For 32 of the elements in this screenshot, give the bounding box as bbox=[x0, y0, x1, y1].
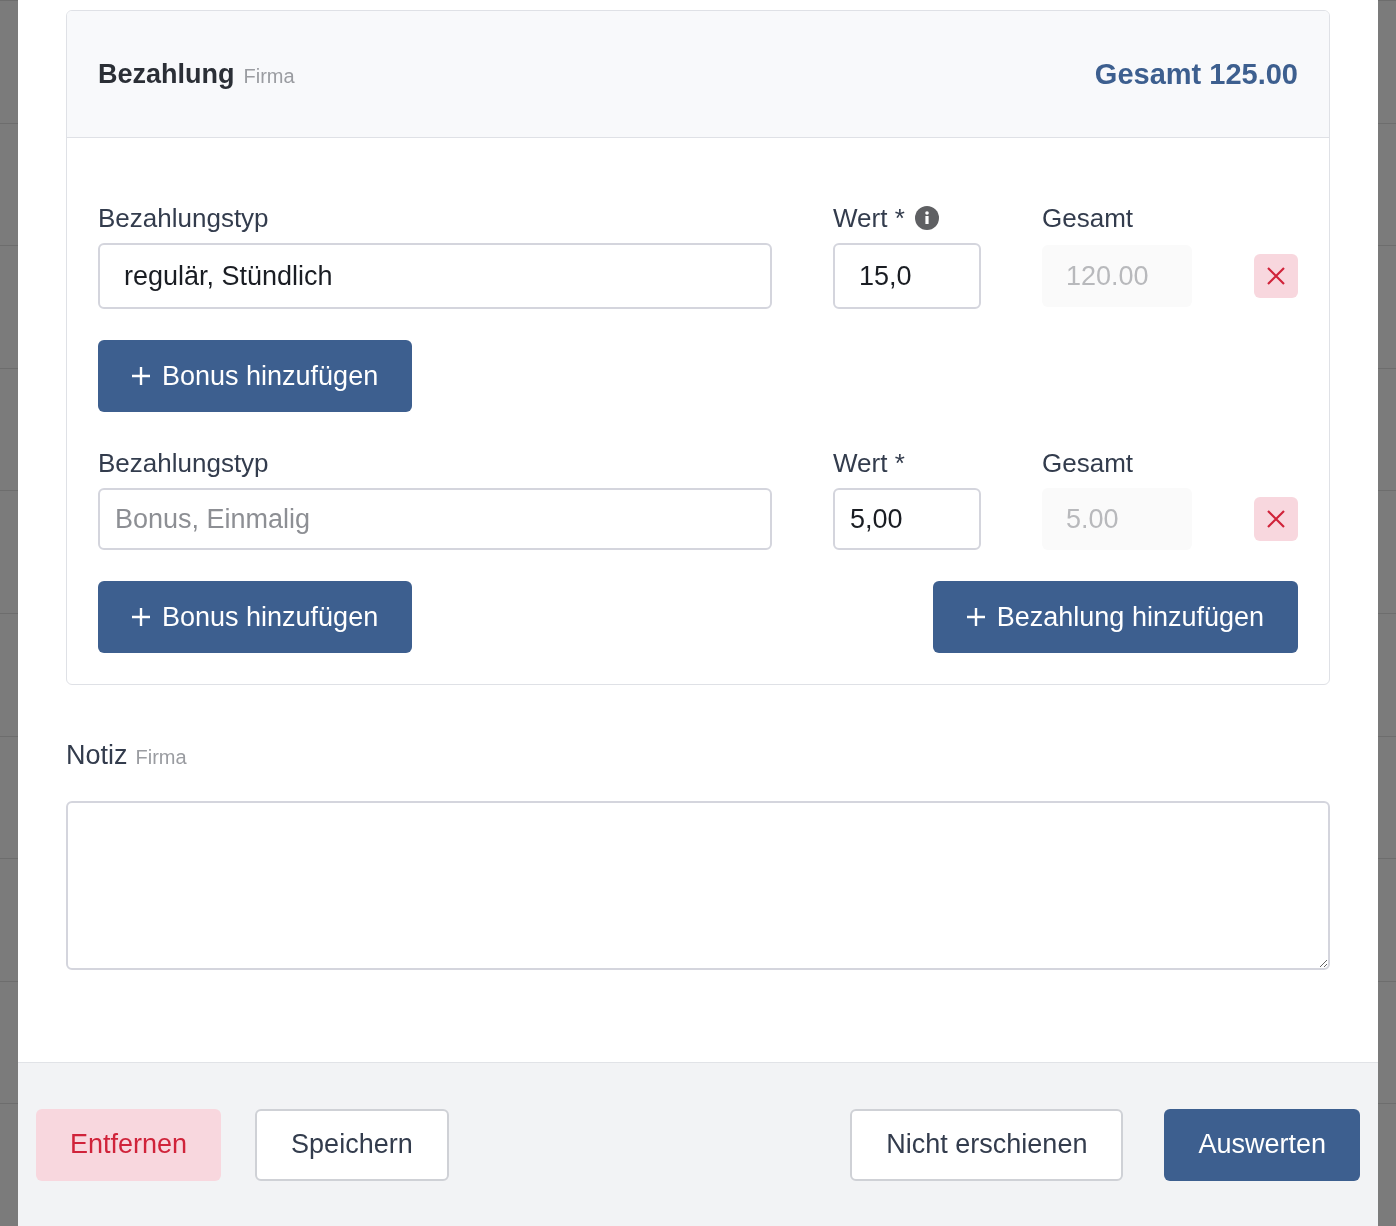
value-field[interactable]: 15,0 bbox=[833, 243, 981, 309]
field-label: Bezahlungstyp bbox=[98, 448, 269, 478]
remove-button[interactable] bbox=[1254, 497, 1298, 541]
field-label: Wert * bbox=[833, 448, 905, 478]
field-label: Notiz bbox=[66, 740, 128, 771]
remove-button[interactable]: Entfernen bbox=[36, 1108, 222, 1181]
plus-icon bbox=[132, 367, 150, 385]
plus-icon bbox=[966, 608, 985, 626]
payment-type-field[interactable]: Bonus, Einmalig bbox=[98, 488, 772, 550]
field-sublabel: Firma bbox=[135, 746, 187, 769]
add-payment-button[interactable]: Bezahlung hinzufügen bbox=[932, 581, 1298, 653]
field-label: Bezahlungstyp bbox=[98, 203, 269, 233]
action-button[interactable]: Nicht erschienen bbox=[850, 1108, 1124, 1181]
field-label: Gesamt bbox=[1042, 448, 1134, 478]
total-amount: Gesamt 125.00 bbox=[1094, 57, 1298, 91]
value-field[interactable]: 5,00 bbox=[833, 488, 981, 550]
action-button[interactable]: Speichern bbox=[255, 1108, 449, 1181]
total-field: 5.00 bbox=[1042, 488, 1192, 550]
section-title: Bezahlung bbox=[98, 58, 235, 90]
submit-button[interactable]: Auswerten bbox=[1164, 1108, 1360, 1181]
close-icon bbox=[1267, 510, 1285, 528]
field-label: Gesamt bbox=[1042, 203, 1134, 233]
field-label: Wert * bbox=[833, 203, 905, 233]
add-bonus-button[interactable]: Bonus hinzufügen bbox=[98, 581, 413, 653]
add-bonus-button[interactable]: Bonus hinzufügen bbox=[98, 340, 413, 412]
total-field: 120.00 bbox=[1042, 245, 1192, 307]
close-icon bbox=[1267, 267, 1285, 285]
note-field[interactable] bbox=[66, 801, 1330, 970]
plus-icon bbox=[132, 608, 150, 626]
section-subtitle: Firma bbox=[243, 64, 295, 88]
payment-type-field[interactable]: regulär, Stündlich bbox=[98, 243, 772, 309]
remove-button[interactable] bbox=[1254, 254, 1298, 298]
